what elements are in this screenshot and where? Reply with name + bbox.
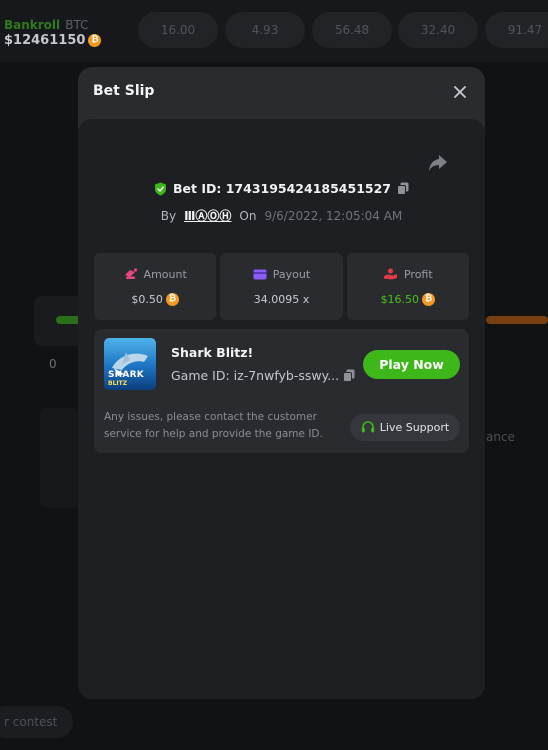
live-support-label: Live Support (379, 421, 450, 434)
on-label: On (239, 208, 257, 223)
background-balance-label: ance (486, 430, 515, 444)
payout-label: Payout (272, 267, 311, 281)
modal-title: Bet Slip (93, 83, 155, 99)
history-chip[interactable]: 32.40 (398, 12, 478, 48)
copy-game-id-button[interactable] (343, 369, 355, 382)
game-info-card: SHARK BLITZ Shark Blitz! Game ID: iz-7nw… (94, 329, 469, 453)
thumbnail-title: SHARK (108, 370, 144, 380)
amount-icon (124, 268, 137, 279)
background-card (40, 408, 80, 508)
thumbnail-subtitle: BLITZ (108, 380, 128, 387)
bet-stats: Amount $0.50 ₿ Payout 34.0095 x Profit $… (94, 253, 469, 320)
stat-payout: Payout 34.0095 x (220, 253, 343, 320)
game-id-row: Game ID: iz-7nwfyb-sswy... (171, 368, 355, 383)
history-chip[interactable]: 16.00 (138, 12, 218, 48)
by-label: By (160, 208, 177, 223)
progress-bar-orange (486, 316, 548, 324)
history-chip[interactable]: 4.93 (225, 12, 305, 48)
copy-icon (396, 182, 409, 195)
share-icon (429, 155, 447, 171)
live-support-button[interactable]: Live Support (350, 414, 460, 441)
bitcoin-icon: ₿ (88, 34, 102, 47)
amount-label: Amount (143, 267, 187, 281)
play-now-button[interactable]: Play Now (363, 350, 460, 379)
modal-body: Bet ID: 1743195424185451527 By ⅢⒶⓄⒽ On 9… (78, 119, 485, 699)
profit-value: $16.50 (380, 292, 420, 306)
headset-icon (361, 421, 374, 433)
shield-check-icon (155, 182, 167, 195)
close-icon (454, 86, 466, 98)
bet-id-row: Bet ID: 1743195424185451527 (78, 181, 485, 196)
contest-button[interactable]: r contest (0, 706, 74, 738)
profit-label: Profit (403, 267, 433, 281)
support-note: Any issues, please contact the customer … (104, 411, 323, 440)
game-id: Game ID: iz-7nwfyb-sswy... (171, 368, 340, 383)
bet-id: Bet ID: 1743195424185451527 (173, 181, 391, 196)
amount-value: $0.50 (131, 292, 163, 306)
copy-icon (343, 369, 355, 382)
history-chip[interactable]: 56.48 (312, 12, 392, 48)
background-zero-label: 0 (49, 357, 57, 371)
author-row: By ⅢⒶⓄⒽ On 9/6/2022, 12:05:04 AM (78, 207, 485, 224)
bankroll-label: Bankroll (4, 18, 61, 32)
username-link[interactable]: ⅢⒶⓄⒽ (184, 207, 231, 224)
game-thumbnail[interactable]: SHARK BLITZ (104, 338, 156, 390)
stat-profit: Profit $16.50 ₿ (346, 253, 469, 320)
bankroll-display: Bankroll BTC $12461150 ₿ (4, 16, 102, 48)
bitcoin-icon: ₿ (422, 292, 436, 306)
share-button[interactable] (428, 154, 452, 176)
currency-label: BTC (65, 18, 89, 32)
payout-value: 34.0095 x (253, 292, 310, 306)
bet-slip-modal: Bet Slip Bet ID: 1743195424185451527 By … (78, 67, 485, 699)
game-name: Shark Blitz! (171, 345, 254, 360)
copy-bet-id-button[interactable] (396, 182, 409, 195)
profit-hand-icon (383, 268, 397, 280)
history-chip[interactable]: 91.47 (485, 12, 548, 48)
payout-card-icon (253, 269, 267, 279)
bitcoin-icon: ₿ (165, 292, 179, 306)
close-button[interactable] (449, 81, 471, 103)
bankroll-balance: $12461150 (4, 33, 86, 48)
stat-amount: Amount $0.50 ₿ (94, 253, 217, 320)
bet-date: 9/6/2022, 12:05:04 AM (264, 208, 403, 223)
